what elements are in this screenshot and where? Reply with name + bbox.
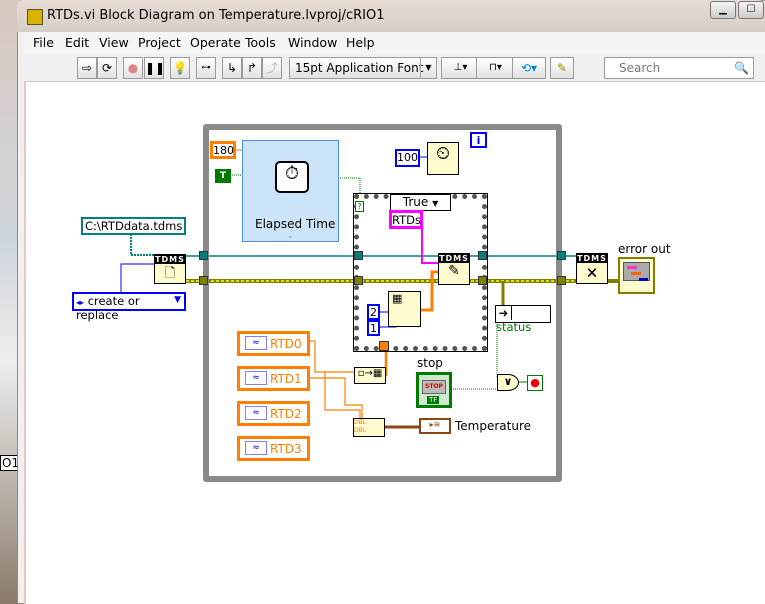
- stopwatch-icon: ⏱: [275, 161, 309, 193]
- case-tunnel-error-in: [354, 276, 363, 285]
- loop-condition-terminal[interactable]: ●: [527, 375, 543, 391]
- time-target-constant[interactable]: 180: [210, 141, 236, 159]
- temperature-chart-terminal[interactable]: ▸≋: [419, 418, 451, 434]
- pencil-icon: ✎: [448, 263, 460, 279]
- tdms-label: TDMS: [155, 255, 185, 264]
- wait-metronome-icon[interactable]: ⏲: [427, 142, 459, 175]
- build-array-node[interactable]: ▫→▦: [354, 367, 386, 384]
- rtd0-io-node[interactable]: ≈ RTD0: [237, 331, 310, 356]
- temperature-label: Temperature: [455, 419, 532, 433]
- arrow-right-icon: ➜: [496, 306, 512, 320]
- new-file-icon: 🗋: [164, 266, 176, 281]
- case-tunnel-error-out: [478, 276, 487, 285]
- bool-tf-label: TF: [427, 396, 440, 404]
- case-selector[interactable]: True ▼: [390, 194, 451, 211]
- rtd2-io-node[interactable]: ≈ RTD2: [237, 401, 310, 426]
- rtd1-label: RTD1: [270, 372, 302, 386]
- case-selector-value: True: [402, 195, 429, 209]
- file-path-constant[interactable]: C:\RTDdata.tdms: [81, 217, 186, 235]
- error-out-label: error out: [618, 242, 671, 256]
- case-selector-terminal: ?: [355, 201, 364, 212]
- enum-wire: [120, 263, 154, 292]
- or-function[interactable]: ∨: [497, 374, 519, 391]
- enum-arrows-icon: ◂▸: [76, 298, 85, 307]
- case-dropdown-icon: ▼: [432, 199, 439, 208]
- bundle-node[interactable]: DBL DBL: [353, 418, 385, 437]
- rtd2-label: RTD2: [270, 407, 302, 421]
- array-icon: ▦: [392, 292, 403, 305]
- rtd1-io-node[interactable]: ≈ RTD1: [237, 366, 310, 391]
- status-label: status: [496, 320, 532, 334]
- dropdown-arrow-icon: ▼: [174, 295, 181, 305]
- index-array-node[interactable]: ▦: [388, 291, 421, 327]
- rtd0-label: RTD0: [270, 337, 302, 351]
- dbl-label: DBL: [354, 419, 367, 426]
- case-tunnel-refnum-out: [478, 251, 487, 260]
- stop-button-face: STOP: [422, 380, 446, 394]
- dbl-label: DBL: [354, 427, 367, 434]
- error-cluster-icon: [623, 262, 650, 281]
- loop-tunnel-refnum-in: [199, 251, 208, 260]
- row-index-constant[interactable]: 2: [367, 304, 380, 320]
- error-out-indicator[interactable]: [618, 257, 655, 294]
- file-path-value: C:\RTDdata.tdms: [85, 219, 183, 233]
- waveform-icon: ≈: [245, 371, 267, 385]
- stop-button-terminal[interactable]: STOP TF: [416, 372, 452, 408]
- loop-tunnel-refnum-out: [557, 251, 566, 260]
- tdms-open-node[interactable]: TDMS 🗋: [154, 254, 186, 284]
- rtd3-io-node[interactable]: ≈ RTD3: [237, 436, 310, 461]
- group-name-constant[interactable]: RTDs: [389, 210, 423, 229]
- waveform-icon: ≈: [245, 441, 267, 455]
- elapsed-time-express-vi[interactable]: ⏱ Elapsed Time ⌄: [242, 140, 339, 242]
- tdms-close-node[interactable]: TDMS 🗙: [576, 253, 608, 284]
- case-tunnel-refnum-in: [354, 251, 363, 260]
- loop-tunnel-error-in: [199, 276, 208, 285]
- column-index-constant[interactable]: 1: [367, 320, 380, 336]
- loop-tunnel-error-out: [557, 276, 566, 285]
- path-wire: [130, 234, 154, 256]
- operation-enum-constant[interactable]: ◂▸ create or replace ▼: [72, 292, 186, 322]
- loop-iteration-terminal: i: [470, 132, 487, 148]
- tdms-label: TDMS: [577, 254, 607, 263]
- tdms-write-node[interactable]: TDMS ✎: [438, 253, 470, 285]
- unbundle-status-node[interactable]: ➜ status: [495, 305, 551, 334]
- wait-ms-constant[interactable]: 100: [395, 149, 420, 167]
- elapsed-time-label: Elapsed Time: [255, 217, 336, 231]
- close-file-icon: 🗙: [587, 265, 597, 280]
- true-constant[interactable]: T: [215, 169, 231, 183]
- stop-label: stop: [417, 356, 443, 370]
- expand-icon[interactable]: ⌄: [287, 231, 294, 240]
- waveform-icon: ≈: [245, 336, 267, 350]
- tdms-label: TDMS: [439, 254, 469, 263]
- case-tunnel-array-in: [379, 341, 389, 351]
- rtd3-label: RTD3: [270, 442, 302, 456]
- waveform-icon: ≈: [245, 406, 267, 420]
